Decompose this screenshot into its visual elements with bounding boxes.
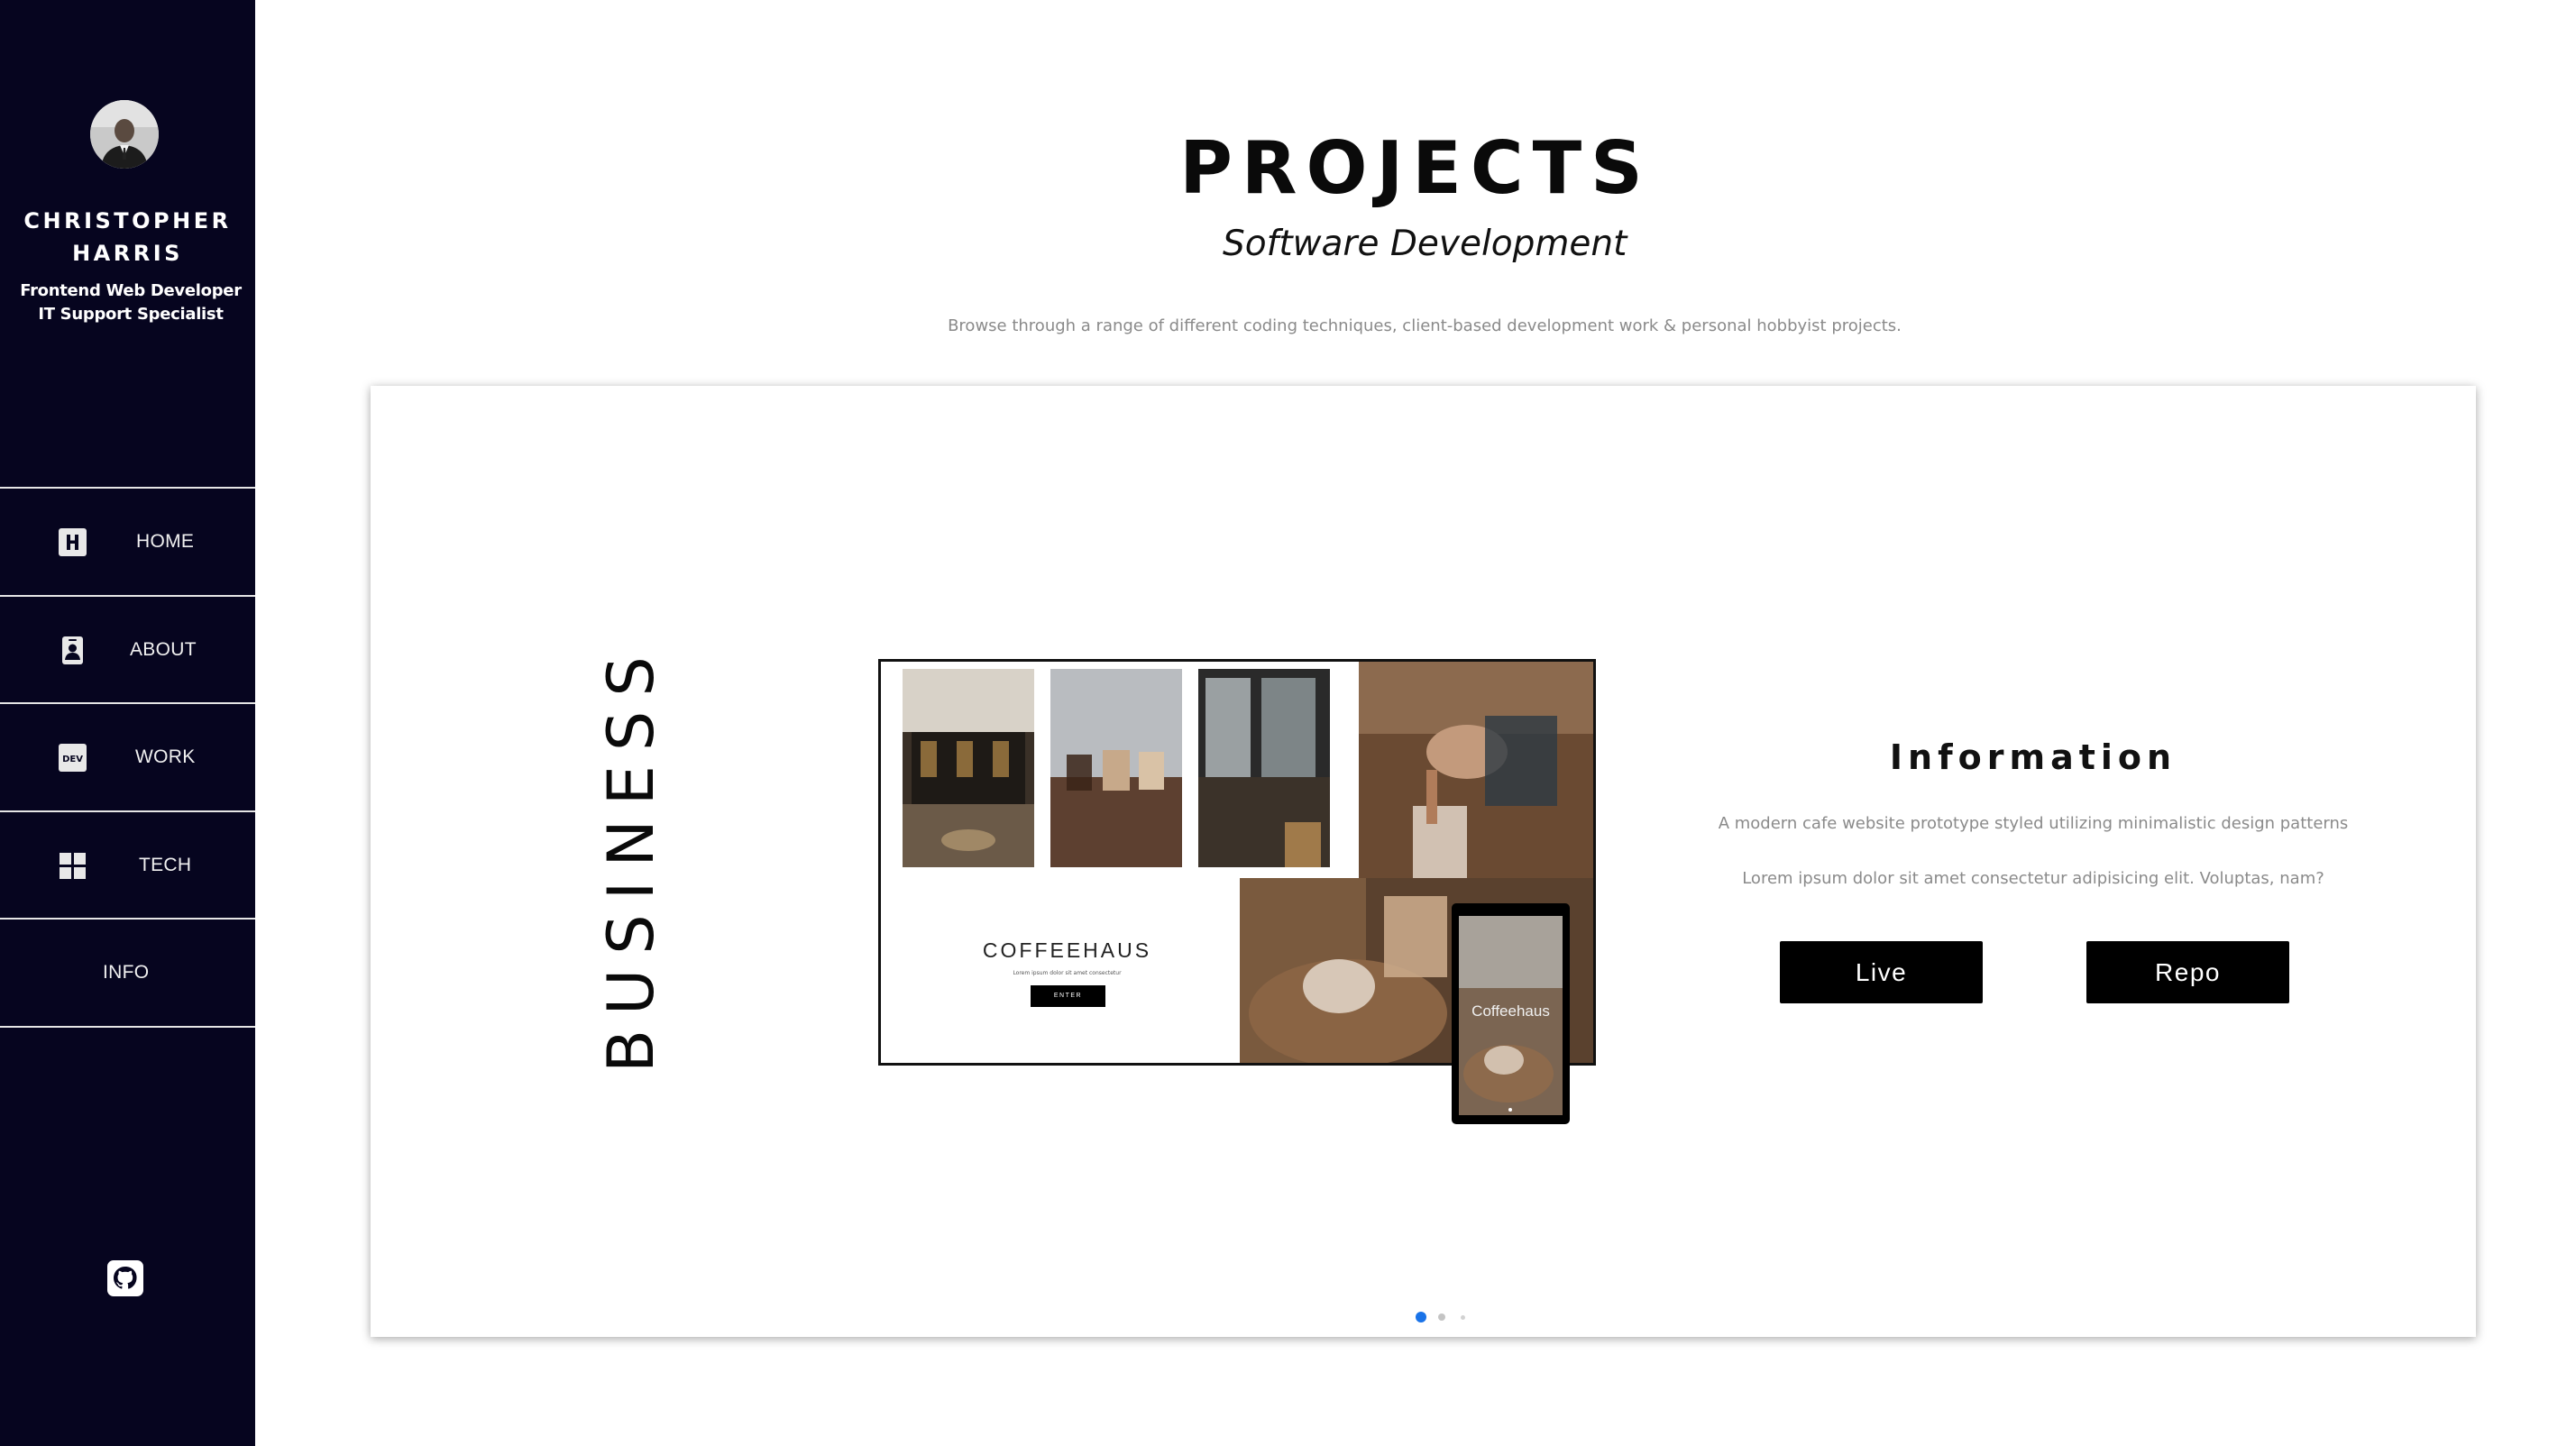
- sidebar: CHRISTOPHER HARRIS Frontend Web Develope…: [0, 0, 255, 1446]
- coffee-cups-photo: [1050, 669, 1182, 867]
- sidebar-item-work[interactable]: DEV WORK: [0, 704, 255, 812]
- repo-button[interactable]: Repo: [2086, 941, 2289, 1003]
- preview-site-title: COFFEEHAUS: [982, 938, 1152, 962]
- profile-role-secondary: IT Support Specialist: [38, 305, 224, 324]
- profile-role-primary: Frontend Web Developer: [20, 281, 242, 300]
- windows-icon: [59, 852, 87, 880]
- sidebar-item-label: HOME: [136, 531, 195, 552]
- profile-name-last: HARRIS: [72, 241, 183, 266]
- sidebar-nav: HOME ABOUT DEV WORK TECH INFO: [0, 487, 255, 1028]
- sidebar-item-info[interactable]: INFO: [0, 920, 255, 1028]
- sidebar-item-tech[interactable]: TECH: [0, 812, 255, 920]
- phone-mockup: Coffeehaus: [1452, 903, 1570, 1124]
- carousel-indicators: [1416, 1312, 1470, 1324]
- sidebar-item-about[interactable]: ABOUT: [0, 597, 255, 704]
- sidebar-item-label: WORK: [135, 746, 196, 767]
- svg-text:DEV: DEV: [62, 755, 83, 764]
- sidebar-item-home[interactable]: HOME: [0, 489, 255, 597]
- info-lorem: Lorem ipsum dolor sit amet consectetur a…: [1742, 869, 2324, 888]
- page-description: Browse through a range of different codi…: [948, 316, 1902, 335]
- page-subtitle: Software Development: [1223, 224, 1627, 264]
- info-description: A modern cafe website prototype styled u…: [1718, 814, 2349, 833]
- profile-name-first: CHRISTOPHER: [23, 208, 232, 233]
- cafe-window-photo: [1198, 669, 1330, 867]
- sidebar-item-label: INFO: [103, 962, 150, 983]
- carousel-dot[interactable]: [1438, 1313, 1445, 1321]
- preview-enter-button: ENTER: [1031, 985, 1105, 1007]
- sidebar-item-label: TECH: [139, 854, 192, 875]
- id-badge-icon: [59, 636, 87, 664]
- dev-icon: DEV: [59, 744, 87, 772]
- project-category: BUSINESS: [594, 642, 668, 1073]
- h-square-icon: [59, 528, 87, 556]
- page-title: PROJECTS: [1179, 126, 1652, 210]
- carousel-dot[interactable]: [1461, 1315, 1465, 1320]
- preview-site-tagline: Lorem ipsum dolor sit amet consectetur: [1013, 970, 1122, 976]
- profile-name: CHRISTOPHER HARRIS: [0, 205, 255, 270]
- github-icon[interactable]: [107, 1260, 143, 1296]
- phone-site-title: Coffeehaus: [1471, 1002, 1550, 1020]
- phone-screen: Coffeehaus: [1459, 916, 1563, 1115]
- live-button[interactable]: Live: [1780, 941, 1983, 1003]
- cafe-interior-photo: [903, 669, 1034, 867]
- sidebar-item-label: ABOUT: [130, 638, 197, 660]
- carousel-dot-active[interactable]: [1416, 1312, 1426, 1322]
- coffee-pour-photo: [1359, 662, 1593, 878]
- avatar: [90, 100, 159, 169]
- info-heading: Information: [1889, 737, 2177, 777]
